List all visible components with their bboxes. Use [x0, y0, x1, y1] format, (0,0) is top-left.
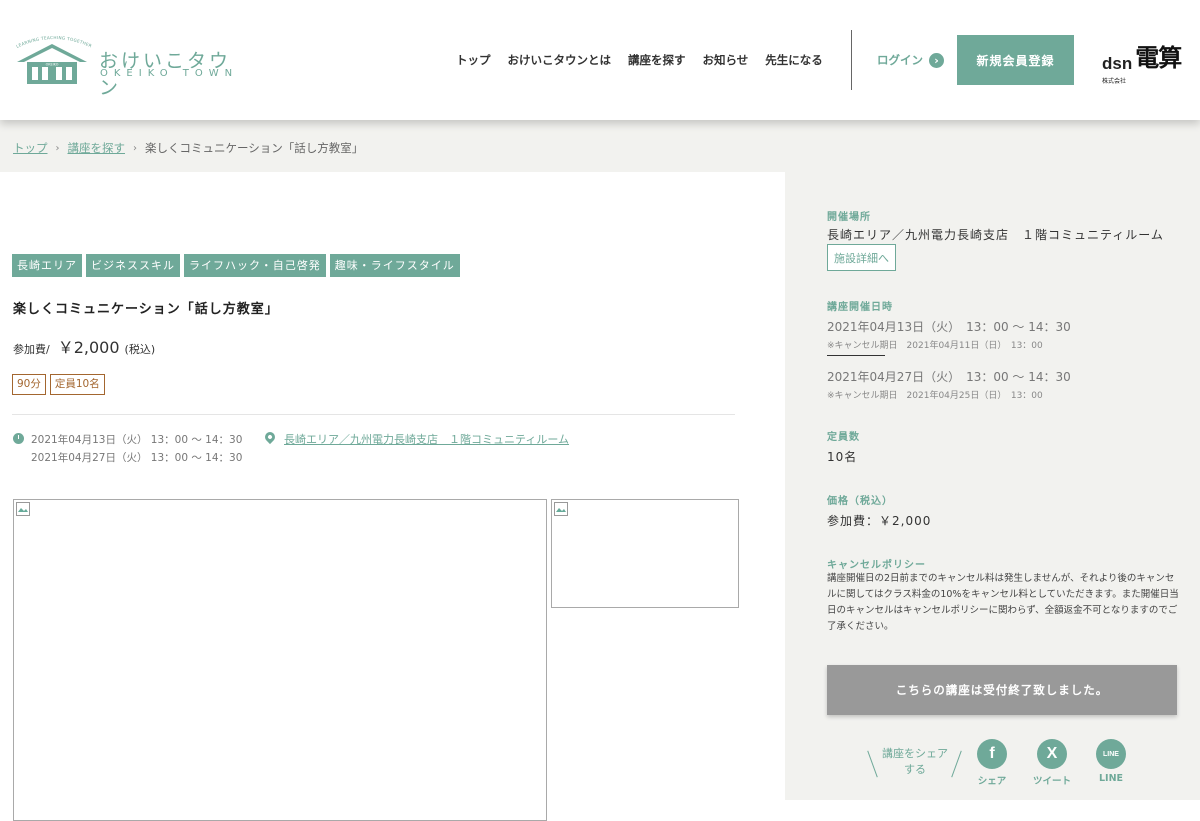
date-label: 講座開催日時 — [827, 302, 893, 313]
venue-value: 長崎エリア／九州電力長崎支店 １階コミュニティルーム — [827, 228, 1164, 242]
svg-text:OKEIKO: OKEIKO — [46, 63, 59, 67]
venue-link[interactable]: 長崎エリア／九州電力長崎支店 １階コミュニティルーム — [284, 431, 569, 447]
course-tags: 長崎エリア ビジネススキル ライフハック・自己啓発 趣味・ライフスタイル — [12, 254, 460, 277]
capacity-value: 10名 — [827, 450, 858, 464]
course-title: 楽しくコミュニケーション「話し方教室」 — [13, 302, 279, 317]
share-x-label: ツイート — [1032, 776, 1071, 787]
nav-search-courses[interactable]: 講座を探す — [628, 52, 686, 68]
densan-brand-logo[interactable]: dsn 株式会社 電算 — [1102, 44, 1182, 85]
price-label-side: 価格（税込） — [827, 496, 893, 507]
session-date-2: 2021年04月27日（火） 13：00 〜 14：30 — [827, 370, 1071, 384]
course-image-main — [13, 499, 547, 821]
policy-text: 講座開催日の2日前までのキャンセル料は発生しませんが、それより後のキャンセルに関… — [827, 573, 1179, 632]
course-date-1: 2021年04月13日（火） 13：00 〜 14：30 — [31, 434, 243, 446]
course-chips: 90分 定員10名 — [12, 374, 105, 395]
breadcrumb-current: 楽しくコミュニケーション「話し方教室」 — [145, 141, 364, 155]
brand-name: 電算 — [1135, 44, 1182, 72]
course-price: 参加費/ ￥2,000 (税込) — [13, 334, 155, 358]
site-header: LEARNING TEACHING TOGETHER OKEIKO おけいこタウ… — [0, 0, 1200, 120]
chevron-right-icon: › — [929, 52, 944, 68]
share-facebook-label: シェア — [977, 776, 1007, 787]
share-caption: 講座をシェアする — [882, 747, 948, 776]
capacity-chip: 定員10名 — [49, 374, 105, 395]
course-image-thumb[interactable] — [551, 499, 739, 608]
session-cancel-1: ※キャンセル期日 2021年04月11日（日） 13：00 — [827, 341, 1043, 351]
broken-image-icon — [554, 502, 568, 516]
price-value: ￥2,000 — [57, 338, 120, 357]
header-divider — [851, 30, 852, 90]
tag-hobby[interactable]: 趣味・ライフスタイル — [329, 254, 460, 277]
brand-kabushiki: 株式会社 — [1102, 78, 1127, 85]
duration-chip: 90分 — [12, 374, 46, 395]
price-label: 参加費/ — [13, 343, 50, 356]
share-facebook-button[interactable]: f シェア — [972, 739, 1012, 787]
registration-closed-button[interactable]: こちらの講座は受付終了致しました。 — [827, 665, 1177, 715]
course-dates: 2021年04月13日（火） 13：00 〜 14：30 2021年04月27日… — [31, 431, 242, 467]
divider — [12, 414, 735, 415]
tag-area[interactable]: 長崎エリア — [12, 254, 82, 277]
chevron-right-icon: › — [55, 142, 60, 154]
breadcrumb: トップ › 講座を探す › 楽しくコミュニケーション「話し方教室」 — [13, 140, 363, 156]
policy-label: キャンセルポリシー — [827, 560, 926, 571]
share-line-button[interactable]: LINE LINE — [1091, 739, 1131, 784]
price-tax: (税込) — [124, 343, 156, 356]
clock-icon — [13, 433, 24, 444]
main-nav: トップ おけいこタウンとは 講座を探す お知らせ 先生になる — [456, 52, 840, 68]
tag-business[interactable]: ビジネススキル — [86, 254, 180, 277]
nav-news[interactable]: お知らせ — [703, 52, 749, 68]
nav-become-teacher[interactable]: 先生になる — [765, 52, 823, 68]
price-value-side: 参加費：￥2,000 — [827, 514, 932, 528]
line-icon: LINE — [1096, 739, 1126, 769]
x-icon: X — [1037, 739, 1067, 769]
facebook-icon: f — [977, 739, 1007, 769]
session-date-1: 2021年04月13日（火） 13：00 〜 14：30 — [827, 320, 1071, 334]
session-divider — [827, 355, 885, 356]
breadcrumb-top[interactable]: トップ — [13, 140, 48, 156]
nav-about[interactable]: おけいこタウンとは — [508, 52, 612, 68]
venue-label: 開催場所 — [827, 212, 871, 223]
login-link[interactable]: ログイン › — [877, 52, 944, 68]
broken-image-icon — [16, 502, 30, 516]
login-label: ログイン — [877, 53, 923, 67]
session-cancel-2: ※キャンセル期日 2021年04月25日（日） 13：00 — [827, 391, 1043, 401]
brand-dsn: dsn — [1102, 54, 1133, 73]
course-date-2: 2021年04月27日（火） 13：00 〜 14：30 — [31, 452, 243, 464]
share-line-label: LINE — [1098, 773, 1124, 784]
house-logo-icon: LEARNING TEACHING TOGETHER OKEIKO — [15, 35, 92, 84]
facility-details-button[interactable]: 施設詳細へ — [827, 244, 896, 271]
logo-subtitle: OKEIKO TOWN — [100, 68, 239, 79]
breadcrumb-search[interactable]: 講座を探す — [68, 140, 126, 156]
map-pin-icon — [262, 429, 278, 445]
site-logo[interactable]: LEARNING TEACHING TOGETHER OKEIKO おけいこタウ… — [14, 34, 244, 99]
tag-lifehack[interactable]: ライフハック・自己啓発 — [184, 254, 326, 277]
register-button[interactable]: 新規会員登録 — [957, 35, 1074, 85]
chevron-right-icon: › — [133, 142, 137, 154]
capacity-label: 定員数 — [827, 432, 860, 443]
share-x-button[interactable]: X ツイート — [1032, 739, 1072, 787]
nav-top[interactable]: トップ — [456, 52, 491, 68]
